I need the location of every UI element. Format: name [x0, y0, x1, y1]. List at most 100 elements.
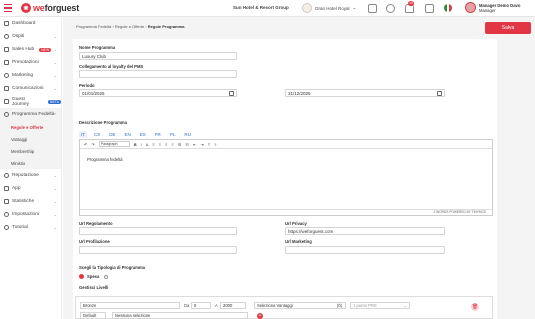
sidebar-sub-ministio[interactable]: Ministio — [0, 157, 61, 169]
url-marketing-input[interactable] — [285, 246, 445, 254]
undo-icon[interactable]: ↶ — [84, 142, 87, 147]
save-button[interactable]: Salva — [485, 22, 531, 34]
tab-lang-fr[interactable]: FR — [153, 131, 163, 138]
menu-icon[interactable] — [4, 4, 12, 12]
rich-text-editor[interactable]: ↶ ↷ Paragraph B I A ≡ ≡ ≡ ≡ ☰ ☷ ⇤ ⇥ T ? … — [79, 139, 493, 216]
typology-label: Scegli la Tipologia di Programma — [79, 265, 146, 270]
sidebar-item-impostazioni[interactable]: Impostazioni ⌄ — [0, 208, 61, 221]
align-center-icon[interactable]: ≡ — [159, 142, 161, 147]
url-regolamento-input[interactable] — [79, 227, 237, 235]
star-icon — [4, 173, 9, 178]
tab-lang-de[interactable]: DE — [107, 131, 117, 138]
align-left-icon[interactable]: ≡ — [152, 142, 154, 147]
redo-icon[interactable]: ↷ — [91, 142, 94, 147]
sidebar-item-reputazione[interactable]: Reputazione ⌄ — [0, 169, 61, 182]
sidebar-item-tutorial[interactable]: Tutorial ⌄ — [0, 221, 61, 234]
journey-icon — [4, 99, 9, 104]
italic-icon[interactable]: I — [141, 142, 142, 147]
sidebar-item-statistiche[interactable]: Statistiche ⌄ — [0, 195, 61, 208]
hotel-logo-icon — [302, 3, 312, 13]
italy-flag-icon[interactable] — [444, 4, 452, 12]
logo[interactable]: ❋ weforguest — [21, 3, 79, 13]
tab-lang-cs[interactable]: CS — [92, 131, 102, 138]
delete-level-button[interactable]: 🗑 — [471, 303, 479, 311]
help-icon — [4, 225, 9, 230]
tab-lang-es[interactable]: ES — [138, 131, 148, 138]
info-icon[interactable] — [104, 274, 109, 279]
sidebar-item-dashboard[interactable]: Dashboard — [0, 17, 61, 30]
group-name: Sun Hotel & Resort Group — [233, 5, 289, 10]
add-button[interactable]: + — [257, 313, 263, 319]
new-badge: NEW — [39, 47, 52, 52]
chevron-down-icon: ⌄ — [53, 60, 57, 65]
trash-icon: 🗑 — [471, 304, 479, 310]
paragraph-select[interactable]: Paragraph — [98, 141, 130, 147]
sidebar-item-ospiti[interactable]: Ospiti ⌄ — [0, 30, 61, 43]
sidebar-sub-regole-offerte[interactable]: Regole e Offerte — [0, 121, 61, 133]
url-privacy-input[interactable]: https://weforguest.com — [285, 227, 445, 235]
tab-lang-pl[interactable]: PL — [168, 131, 178, 138]
main-content: Programma Fedeltà › Regole e Offerte › R… — [63, 17, 535, 319]
sidebar-item-app[interactable]: App ⌄ — [0, 182, 61, 195]
indent-icon[interactable]: ⇥ — [200, 142, 203, 147]
hotel-selector[interactable]: Gran Hotel Royal ⌄ — [302, 3, 356, 13]
warning-icon[interactable] — [368, 4, 377, 13]
vantaggi-select[interactable]: Seleziona Vantaggi (0) — [254, 302, 346, 309]
chevron-down-icon: ⌄ — [53, 34, 57, 39]
typology-option-spesa[interactable]: Spesa — [79, 274, 109, 279]
refresh-icon[interactable] — [386, 4, 395, 13]
user-menu[interactable]: Manager Demo Davo Manager — [465, 2, 520, 13]
default-select[interactable]: Default — [80, 312, 106, 319]
url-profilazione-input[interactable] — [79, 246, 237, 254]
sidebar-item-guest-journey[interactable]: Guest Journey BETA — [0, 95, 61, 108]
period-label: Periodo — [79, 83, 95, 88]
tab-lang-it[interactable]: IT — [79, 131, 87, 138]
level-name-input[interactable]: Bronze — [80, 302, 180, 309]
to-input[interactable]: 2000 — [220, 302, 246, 309]
sidebar: Dashboard Ospiti ⌄ Sales Hub NEW ⌄ Prenotaz… — [0, 17, 62, 319]
url-profilazione-label: Url Profilazione — [79, 239, 110, 244]
url-privacy-label: Url Privacy — [285, 221, 307, 226]
sidebar-item-sales-hub[interactable]: Sales Hub NEW ⌄ — [0, 43, 61, 56]
pms-input[interactable] — [79, 70, 237, 78]
top-bar: ❋ weforguest Sun Hotel & Resort Group Gr… — [0, 0, 535, 17]
tab-lang-en[interactable]: EN — [123, 131, 133, 138]
text-color-icon[interactable]: A — [146, 142, 149, 147]
name-label: Nome Programma — [79, 45, 116, 50]
chat-icon[interactable] — [425, 4, 434, 13]
outdent-icon[interactable]: ⇤ — [193, 142, 196, 147]
notification-badge: 10 — [408, 1, 414, 6]
align-justify-icon[interactable]: ≡ — [171, 142, 173, 147]
sidebar-item-prenotazioni[interactable]: Prenotazioni ⌄ — [0, 56, 61, 69]
sidebar-item-marketing[interactable]: Marketing ⌄ — [0, 69, 61, 82]
chevron-down-icon: ⌄ — [53, 186, 57, 191]
points-input[interactable]: 1 punto PRE ⌄ — [350, 302, 410, 309]
date-end-input[interactable]: 31/12/2025 — [285, 89, 445, 97]
marketing-icon — [4, 73, 9, 78]
calendar-icon[interactable] — [229, 91, 234, 96]
to-label: A — [215, 303, 218, 308]
chevron-down-icon: ⌄ — [53, 212, 57, 217]
sidebar-sub-membership[interactable]: Membership — [0, 145, 61, 157]
url-marketing-label: Url Marketing — [285, 239, 312, 244]
from-input[interactable]: 0 — [191, 302, 211, 309]
numbered-list-icon[interactable]: ☷ — [185, 142, 189, 147]
editor-content[interactable]: Programma fedeltà — [80, 149, 492, 170]
help-icon[interactable]: ? — [214, 142, 216, 147]
sidebar-item-programma-fedelta[interactable]: Programma Fedeltà ⌃ — [0, 108, 61, 121]
program-name-input[interactable]: Luxury Club — [79, 52, 237, 60]
selection-select[interactable]: Nessuna selezione — [112, 312, 248, 319]
clear-format-icon[interactable]: T — [208, 142, 210, 147]
sidebar-sub-vantaggi[interactable]: Vantaggi — [0, 133, 61, 145]
tab-lang-ru[interactable]: RU — [182, 131, 193, 138]
calendar-icon[interactable] — [437, 91, 442, 96]
bullet-list-icon[interactable]: ☰ — [178, 142, 182, 147]
date-start-input[interactable]: 01/01/2025 — [79, 89, 237, 97]
program-form: Nome Programma Luxury Club Collegamento … — [73, 39, 497, 319]
briefcase-icon — [4, 47, 9, 52]
description-label: Descrizione Programma — [79, 120, 127, 125]
align-right-icon[interactable]: ≡ — [165, 142, 167, 147]
language-tabs: IT CS DE EN ES FR PL RU — [79, 131, 193, 138]
sidebar-item-comunicazioni[interactable]: Comunicazioni ⌄ — [0, 82, 61, 95]
bold-icon[interactable]: B — [134, 142, 137, 147]
